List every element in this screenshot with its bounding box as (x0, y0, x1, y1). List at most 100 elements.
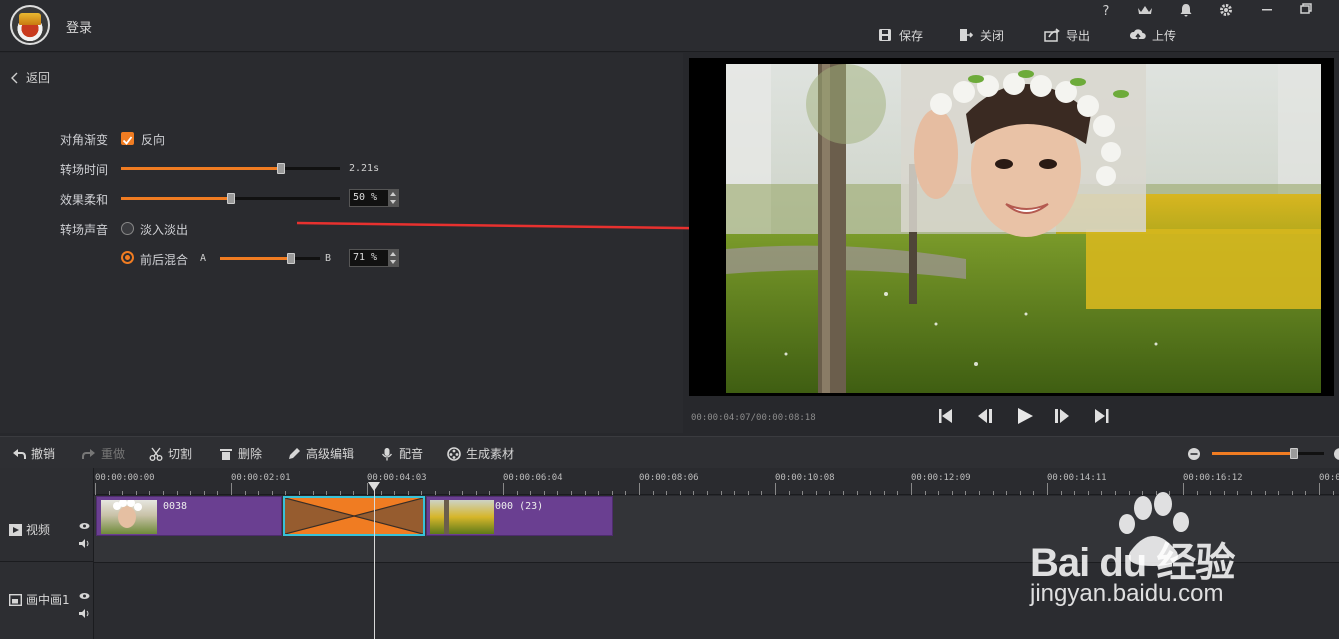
ruler-minor-tick (979, 491, 980, 495)
eye-icon[interactable] (79, 515, 90, 534)
ruler-minor-tick (802, 491, 804, 495)
microphone-icon (381, 447, 393, 460)
restore-icon[interactable] (1297, 3, 1315, 21)
vip-crown-icon[interactable] (1136, 4, 1154, 22)
skip-end-button[interactable] (1093, 407, 1111, 425)
softness-value: 50 % (353, 192, 378, 203)
undo-button[interactable]: 撤销 (12, 445, 55, 462)
close-button[interactable]: 关闭 (958, 26, 1004, 44)
ruler-major-tick (503, 483, 504, 495)
ruler-minor-tick (203, 491, 205, 495)
export-button[interactable]: 导出 (1044, 26, 1090, 44)
video-track-label: 视频 (26, 523, 51, 537)
playhead[interactable] (368, 482, 380, 639)
speaker-icon[interactable] (79, 533, 90, 552)
transition-block[interactable] (283, 496, 425, 536)
gear-icon[interactable] (1217, 3, 1235, 21)
video-preview[interactable] (689, 58, 1334, 396)
zoom-slider-knob[interactable] (1290, 448, 1298, 459)
cut-button[interactable]: 切割 (149, 445, 192, 462)
preview-timecode: 00:00:04:07/00:00:08:18 (691, 413, 816, 423)
cut-label: 切割 (168, 447, 193, 461)
play-icon (1018, 408, 1033, 424)
duration-slider-knob[interactable] (276, 163, 285, 174)
skip-end-icon (1095, 409, 1109, 423)
ruler-minor-tick (244, 491, 246, 495)
eye-icon[interactable] (79, 585, 90, 604)
ruler-minor-tick (788, 491, 790, 495)
mix-slider-knob[interactable] (287, 253, 295, 264)
ruler-minor-tick (761, 491, 763, 495)
prev-frame-button[interactable] (975, 407, 993, 425)
help-icon[interactable]: ? (1097, 3, 1115, 21)
ruler-minor-tick (815, 491, 817, 495)
mix-a-label: A (200, 253, 207, 264)
trash-icon (220, 448, 232, 460)
speaker-icon[interactable] (79, 603, 90, 622)
transition-settings-panel: 返回 对角渐变 反向 转场时间 2.21s 效果柔和 50 % 转场声音 淡入淡… (0, 53, 683, 433)
softness-slider-knob[interactable] (226, 193, 235, 204)
skip-start-icon (939, 409, 952, 423)
exit-icon (960, 29, 974, 41)
mix-spinbox[interactable]: 71 % (349, 249, 399, 267)
duration-slider[interactable] (121, 163, 340, 174)
zoom-in-icon[interactable] (1333, 446, 1339, 465)
advanced-edit-label: 高级编辑 (306, 447, 355, 461)
ruler-major-tick (95, 483, 96, 495)
chevron-left-icon (11, 72, 18, 83)
back-button[interactable]: 返回 (10, 69, 50, 86)
mix-slider[interactable] (220, 253, 320, 264)
softness-slider-fill (121, 197, 231, 200)
pip-track-name: 画中画1 (9, 591, 70, 608)
ruler-minor-tick (611, 491, 613, 495)
ruler-minor-tick (1332, 491, 1334, 495)
ruler-minor-tick (380, 491, 382, 495)
ruler-minor-tick (149, 491, 151, 495)
ruler-minor-tick (938, 491, 940, 495)
softness-spinbox[interactable]: 50 % (349, 189, 399, 207)
export-label: 导出 (1066, 28, 1091, 43)
save-icon (879, 29, 891, 41)
video-clip-2[interactable]: 000 (23) (426, 496, 613, 536)
minimize-icon[interactable] (1258, 3, 1276, 21)
ruler-minor-tick (353, 491, 355, 495)
generate-material-button[interactable]: 生成素材 (447, 445, 514, 462)
login-link[interactable]: 登录 (66, 17, 92, 36)
ruler-minor-tick (843, 491, 844, 495)
ruler-minor-tick (666, 491, 668, 495)
clip-label: 0038 (163, 501, 188, 512)
ruler-minor-tick (965, 491, 967, 495)
export-icon (1044, 28, 1060, 42)
zoom-out-icon[interactable] (1187, 446, 1201, 465)
ruler-minor-tick (924, 491, 926, 495)
mix-radio[interactable] (121, 251, 134, 264)
ruler-time-label: 00:00:06:04 (503, 473, 563, 483)
zoom-slider[interactable] (1212, 448, 1324, 459)
spin-arrows-icon[interactable] (388, 250, 398, 266)
fade-radio[interactable] (121, 222, 134, 235)
skip-start-button[interactable] (937, 407, 955, 425)
ruler-time-label: 00:00:18: (1319, 473, 1339, 483)
back-label: 返回 (26, 71, 51, 85)
bell-icon[interactable] (1177, 3, 1195, 21)
reverse-checkbox[interactable] (121, 132, 134, 145)
advanced-edit-button[interactable]: 高级编辑 (287, 445, 354, 462)
spin-arrows-icon[interactable] (388, 190, 398, 206)
redo-button[interactable]: 重做 (82, 445, 125, 462)
video-track-icon (9, 523, 22, 536)
delete-button[interactable]: 删除 (219, 445, 262, 462)
play-button[interactable] (1016, 407, 1034, 425)
upload-button[interactable]: 上传 (1130, 26, 1176, 44)
ruler-minor-tick (829, 491, 831, 495)
next-frame-button[interactable] (1053, 407, 1071, 425)
dub-button[interactable]: 配音 (380, 445, 423, 462)
clip-thumbnail (101, 499, 157, 534)
redo-label: 重做 (101, 447, 126, 461)
ruler-minor-tick (1019, 491, 1021, 495)
video-clip-1[interactable]: 0038 (96, 496, 282, 536)
softness-slider[interactable] (121, 193, 340, 204)
save-button[interactable]: 保存 (877, 26, 923, 44)
mix-label: 前后混合 (140, 253, 189, 267)
ruler-time-label: 00:00:14:11 (1047, 473, 1107, 483)
ruler-minor-tick (1291, 491, 1293, 495)
